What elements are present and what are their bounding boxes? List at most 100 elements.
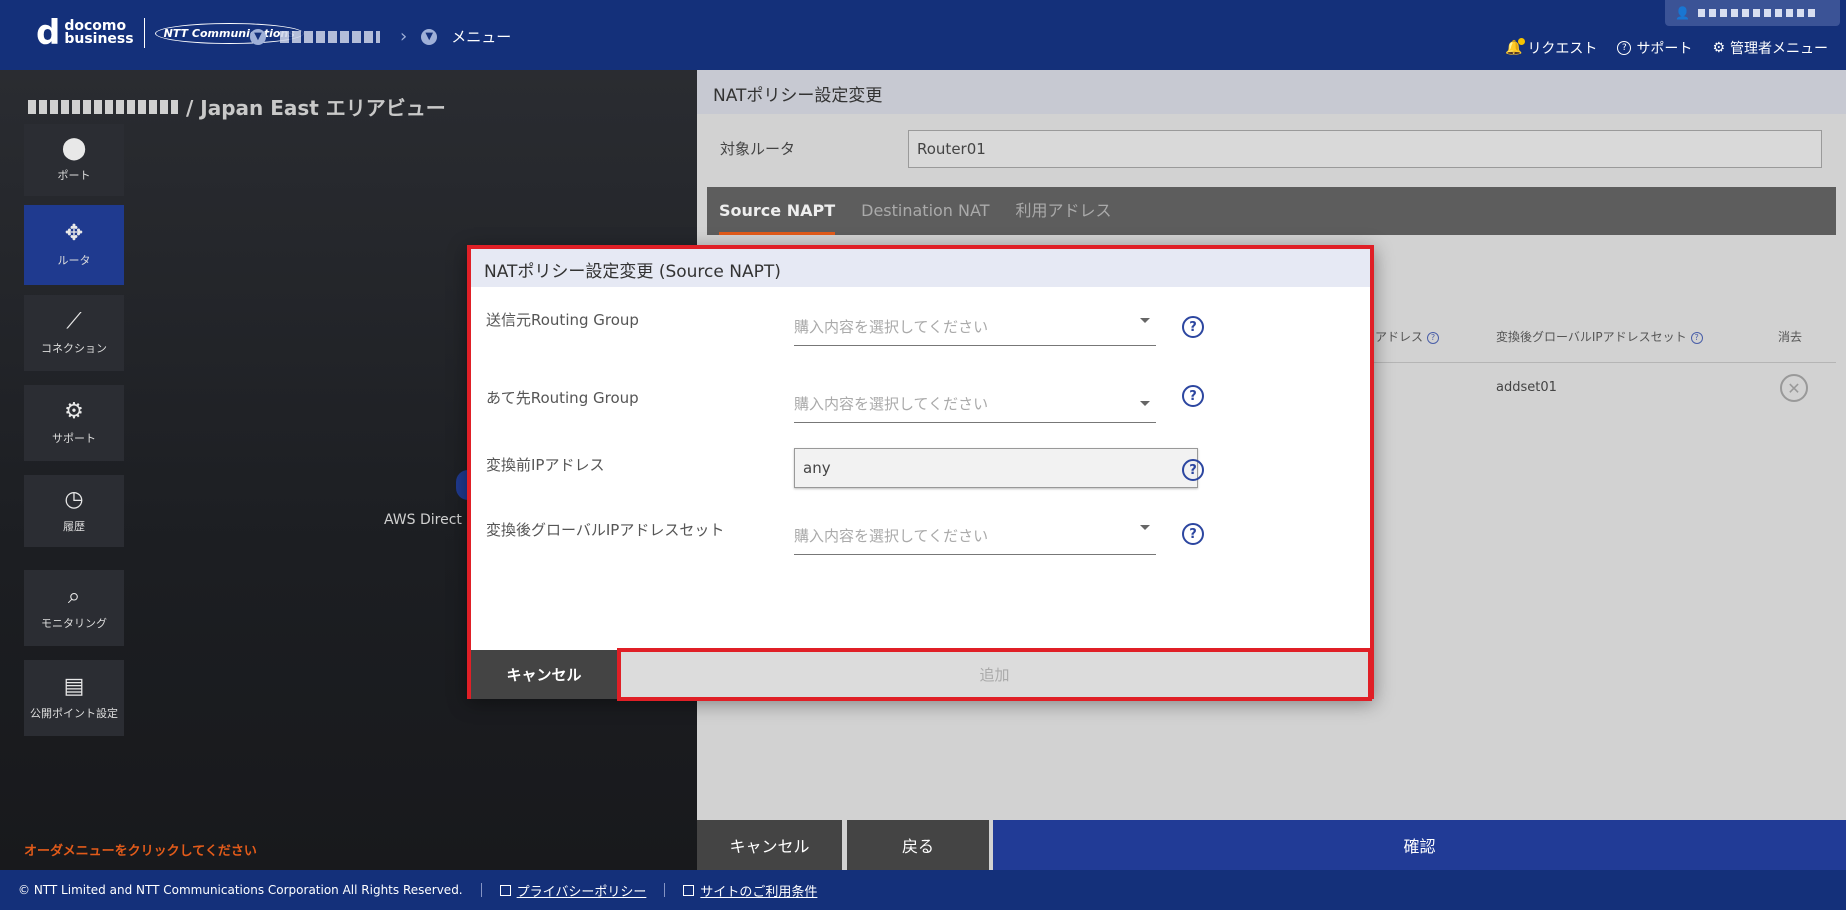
src-routing-group-select[interactable]: 購入内容を選択してください <box>794 306 1156 346</box>
breadcrumb: ▼ › ▼ メニュー <box>250 26 511 47</box>
masked-tenant-name[interactable] <box>280 30 380 43</box>
footer-divider <box>480 883 482 897</box>
copyright-text: © NTT Limited and NTT Communications Cor… <box>18 883 463 897</box>
chevron-down-icon[interactable]: ▼ <box>250 28 266 45</box>
request-link[interactable]: 🔔 リクエスト <box>1505 38 1597 58</box>
pre-ip-input[interactable]: any <box>794 448 1198 488</box>
table-cell-global-set: addset01 <box>1496 380 1557 395</box>
chevron-right-icon: › <box>400 26 408 47</box>
dialog-cancel-button[interactable]: キャンセル <box>471 650 617 699</box>
area-view-title: / Japan East エリアビュー <box>28 92 446 121</box>
nat-tabs: Source NAPT Destination NAT 利用アドレス <box>707 187 1836 235</box>
logo-divider <box>143 18 145 48</box>
dropdown-arrow-icon <box>1140 401 1150 406</box>
select-placeholder: 購入内容を選択してください <box>794 527 989 545</box>
tab-source-napt[interactable]: Source NAPT <box>719 187 836 235</box>
logo-mark: d <box>36 13 61 53</box>
select-placeholder: 購入内容を選択してください <box>794 395 989 413</box>
column-header-text: 変換後グローバルIPアドレスセット <box>1496 330 1687 344</box>
target-router-label: 対象ルータ <box>720 140 796 158</box>
user-icon: 👤 <box>1675 6 1690 20</box>
panel-cancel-button[interactable]: キャンセル <box>697 820 842 870</box>
bell-icon: 🔔 <box>1505 38 1526 56</box>
notification-dot <box>1518 38 1526 45</box>
footer-divider <box>664 883 666 897</box>
dst-routing-group-select[interactable]: 購入内容を選択してください <box>794 383 1156 423</box>
sidebar-item-label: サポート <box>52 432 96 445</box>
admin-menu-link[interactable]: ⚙ 管理者メニュー <box>1712 38 1828 58</box>
sidebar-item-label: ポート <box>57 169 91 182</box>
post-global-set-label: 変換後グローバルIPアドレスセット <box>486 521 725 539</box>
post-global-set-select[interactable]: 購入内容を選択してください <box>794 515 1156 555</box>
privacy-policy-link[interactable]: プライバシーポリシー <box>517 881 647 900</box>
menu-dropdown[interactable]: メニュー <box>451 26 511 47</box>
dialog-add-button[interactable]: 追加 <box>617 648 1372 701</box>
back-button[interactable]: 戻る <box>847 820 989 870</box>
sidebar-item-label: 公開ポイント設定 <box>30 707 118 720</box>
help-icon[interactable]: ? <box>1182 316 1204 338</box>
support-link[interactable]: ? サポート <box>1617 38 1692 58</box>
column-header-delete: 消去 <box>1778 330 1803 344</box>
sidebar-item-label: モニタリング <box>41 617 107 630</box>
masked-user-name <box>1697 9 1818 17</box>
sidebar-item-publish-point[interactable]: ▤ 公開ポイント設定 <box>24 660 124 736</box>
tab-used-address[interactable]: 利用アドレス <box>1015 187 1111 235</box>
monitoring-icon: ⌕ <box>67 584 81 609</box>
chevron-down-icon[interactable]: ▼ <box>421 28 438 45</box>
column-header-text: アドレス <box>1375 330 1424 344</box>
confirm-button[interactable]: 確認 <box>993 820 1846 870</box>
sidebar-item-label: 履歴 <box>63 520 85 533</box>
masked-area-name <box>28 99 178 114</box>
post-global-set-row: 変換後グローバルIPアドレスセット 購入内容を選択してください ? <box>471 519 1370 579</box>
dst-routing-group-row: あて先Routing Group 購入内容を選択してください ? <box>471 385 1370 447</box>
terms-link[interactable]: サイトのご利用条件 <box>700 881 817 900</box>
user-account-box[interactable]: 👤 <box>1665 0 1840 26</box>
help-icon[interactable]: ? <box>1182 523 1204 545</box>
help-icon[interactable]: ? <box>1690 331 1703 344</box>
panel-title: NATポリシー設定変更 <box>697 70 1846 114</box>
aws-direct-label: AWS Direct <box>384 512 462 528</box>
logo-wordmark: docomo business <box>64 19 134 47</box>
sidebar-item-monitoring[interactable]: ⌕ モニタリング <box>24 570 124 646</box>
sidebar-item-router[interactable]: ✥ ルータ <box>24 205 124 285</box>
delete-row-button[interactable]: ✕ <box>1780 374 1808 402</box>
external-link-icon <box>683 884 695 896</box>
order-menu-hint: オーダメニューをクリックしてください <box>24 844 257 859</box>
help-icon[interactable]: ? <box>1427 331 1440 344</box>
help-icon[interactable]: ? <box>1182 385 1204 407</box>
dialog-title: NATポリシー設定変更 (Source NAPT) <box>471 249 1370 287</box>
sidebar-item-label: コネクション <box>41 342 107 355</box>
dst-routing-group-label: あて先Routing Group <box>486 389 639 407</box>
sidebar-item-port[interactable]: ⬤ ポート <box>24 124 124 196</box>
support-icon: ⚙ <box>64 399 84 424</box>
header-nav: 🔔 リクエスト ? サポート ⚙ 管理者メニュー <box>1505 38 1828 58</box>
sidebar-item-label: ルータ <box>57 254 91 267</box>
select-placeholder: 購入内容を選択してください <box>794 318 989 336</box>
connection-icon: ⟋ <box>66 309 82 334</box>
top-header: d docomo business NTT Communications ▼ ›… <box>0 0 1846 70</box>
help-icon[interactable]: ? <box>1182 459 1204 481</box>
port-icon: ⬤ <box>61 136 87 161</box>
help-icon: ? <box>1617 41 1632 55</box>
column-header-address: アドレス? <box>1375 328 1440 345</box>
publish-icon: ▤ <box>63 674 85 699</box>
footer: © NTT Limited and NTT Communications Cor… <box>0 870 1846 910</box>
sidebar-item-connection[interactable]: ⟋ コネクション <box>24 295 124 371</box>
gear-icon: ⚙ <box>1712 40 1725 56</box>
dropdown-arrow-icon <box>1140 318 1150 323</box>
tab-destination-nat[interactable]: Destination NAT <box>861 187 989 235</box>
source-napt-dialog: NATポリシー設定変更 (Source NAPT) 送信元Routing Gro… <box>467 245 1374 701</box>
src-routing-group-label: 送信元Routing Group <box>486 311 639 329</box>
logo-line2: business <box>64 31 134 47</box>
external-link-icon <box>499 884 511 896</box>
sidebar-item-support[interactable]: ⚙ サポート <box>24 385 124 461</box>
sidebar-item-history[interactable]: ◷ 履歴 <box>24 475 124 547</box>
support-label: サポート <box>1636 41 1693 57</box>
request-label: リクエスト <box>1527 41 1598 57</box>
router-icon: ✥ <box>64 221 84 246</box>
src-routing-group-row: 送信元Routing Group 購入内容を選択してください ? <box>471 309 1370 369</box>
column-header-global-set: 変換後グローバルIPアドレスセット? <box>1496 328 1703 345</box>
target-router-field: Router01 <box>908 130 1822 168</box>
pre-ip-row: 変換前IPアドレス any ? <box>471 448 1370 514</box>
table-divider <box>1365 362 1836 363</box>
